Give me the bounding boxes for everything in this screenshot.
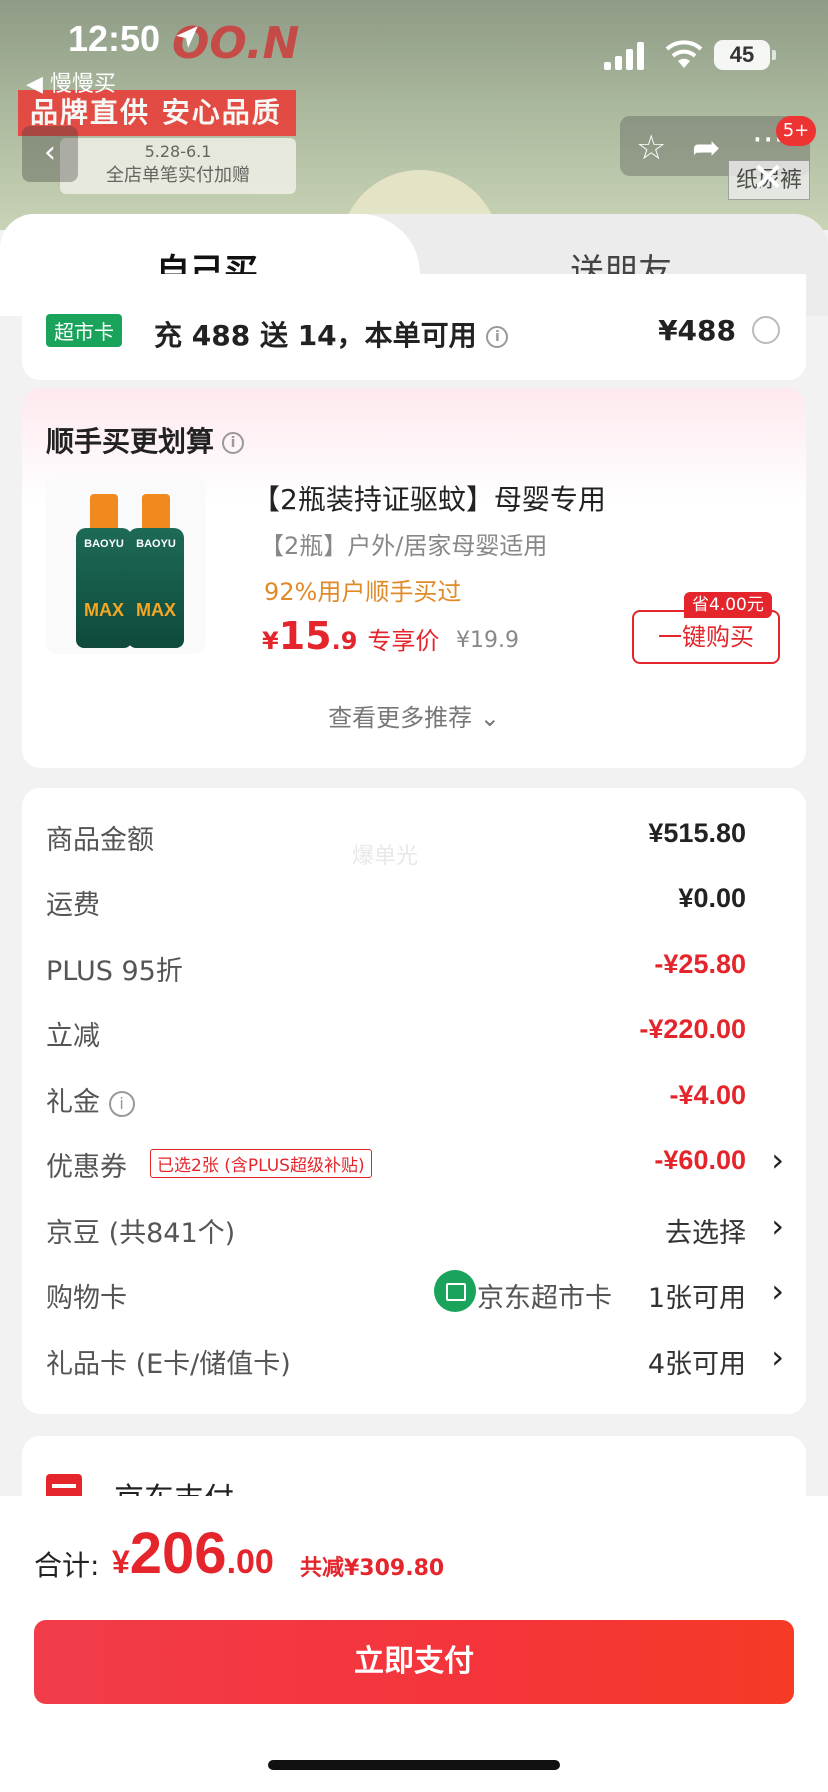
detail-label: 礼品卡 (E卡/储值卡) xyxy=(46,1349,291,1380)
detail-value: -¥25.80 xyxy=(654,949,746,979)
detail-value: 1张可用 xyxy=(647,1283,746,1314)
save-badge: 省4.00元 xyxy=(684,592,772,618)
detail-value: 4张可用 xyxy=(647,1349,746,1380)
wifi-icon xyxy=(665,40,703,68)
detail-label: 运费 xyxy=(46,890,100,921)
share-icon: ➦ xyxy=(692,128,721,168)
detail-value: 去选择 xyxy=(665,1218,746,1249)
detail-value: -¥4.00 xyxy=(669,1080,746,1110)
coupon-selected-tag: 已选2张 (含PLUS超级补贴) xyxy=(150,1149,372,1178)
detail-value: ¥0.00 xyxy=(678,883,746,913)
product-bottle-max: MAX xyxy=(84,600,124,620)
product-popularity: 92%用户顺手买过 xyxy=(264,578,462,606)
supermarket-card-text: 充 488 送 14，本单可用 i xyxy=(154,314,509,354)
detail-label-text: 礼金 xyxy=(46,1087,100,1118)
total-price: ¥206.00 xyxy=(112,1520,274,1587)
product-price-currency: ¥ xyxy=(262,627,279,655)
detail-label: 优惠券 xyxy=(46,1152,127,1183)
recommendation-title-text: 顺手买更划算 xyxy=(46,425,215,458)
detail-label: 商品金额 xyxy=(46,825,154,856)
detail-row-instant-discount: 立减 -¥220.00 xyxy=(46,1008,786,1056)
info-icon[interactable]: i xyxy=(108,1090,135,1117)
product-bottle-brand: BAOYU xyxy=(136,538,176,550)
detail-row-jd-beans[interactable]: 京豆 (共841个) 去选择 › xyxy=(46,1205,786,1253)
chevron-right-icon: › xyxy=(771,1207,784,1245)
recommendation-card: 顺手买更划算 i BAOYU MAX BAOYU MAX 【2瓶装持证驱蚊】母婴专… xyxy=(22,388,806,768)
total-savings: 共减¥309.80 xyxy=(300,1556,445,1581)
one-click-buy-button[interactable]: 一键购买 xyxy=(632,610,780,664)
product-bottle-right: BAOYU MAX xyxy=(128,494,184,648)
location-arrow-icon xyxy=(176,26,198,48)
price-detail-card: 爆单光 商品金额 ¥515.80 运费 ¥0.00 PLUS 95折 -¥25.… xyxy=(22,788,806,1414)
background-promo-text: 全店单笔实付加赠 xyxy=(106,165,250,186)
total-currency: ¥ xyxy=(112,1544,130,1580)
detail-row-shopping-card[interactable]: 购物卡 京东超市卡 1张可用 › xyxy=(46,1270,786,1318)
detail-row-subtotal: 商品金额 ¥515.80 xyxy=(46,812,786,860)
product-original-price: ¥19.9 xyxy=(456,628,519,653)
battery-indicator: 45 xyxy=(714,40,770,70)
product-price: ¥15.9 专享价 xyxy=(262,614,439,658)
supermarket-card-radio[interactable] xyxy=(752,316,780,344)
product-price-integer: 15 xyxy=(278,614,332,658)
supermarket-card-row[interactable]: 超市卡 充 488 送 14，本单可用 i ¥488 xyxy=(46,314,786,354)
background-promo-date: 5.28-6.1 xyxy=(144,142,212,161)
battery-tip xyxy=(772,50,776,60)
detail-value: ¥515.80 xyxy=(648,818,746,848)
product-bottle-cap xyxy=(90,494,118,528)
background-promo: 5.28-6.1 全店单笔实付加赠 xyxy=(60,138,296,194)
supermarket-card-price: ¥488 xyxy=(658,314,736,347)
product-bottle-left: BAOYU MAX xyxy=(76,494,132,648)
chevron-right-icon: › xyxy=(771,1338,784,1376)
detail-row-shipping: 运费 ¥0.00 xyxy=(46,877,786,925)
product-subtitle: 【2瓶】户外/居家母婴适用 xyxy=(260,532,548,560)
info-icon[interactable]: i xyxy=(486,326,509,348)
cellular-signal-icon xyxy=(604,42,644,70)
detail-label: 立减 xyxy=(46,1021,100,1052)
total-decimal: .00 xyxy=(226,1543,274,1581)
detail-label: 京豆 (共841个) xyxy=(46,1218,236,1249)
product-price-decimal: .9 xyxy=(331,627,358,655)
shopping-card-name: 京东超市卡 xyxy=(477,1283,612,1314)
supermarket-card-offer: 超市卡 充 488 送 14，本单可用 i ¥488 xyxy=(22,274,806,380)
info-icon[interactable]: i xyxy=(222,432,245,454)
product-bottle-cap xyxy=(142,494,170,528)
status-bar: 12:50 ◀ 慢慢买 45 xyxy=(0,0,828,100)
chevron-right-icon: › xyxy=(771,1272,784,1310)
total-label: 合计: xyxy=(34,1549,100,1582)
detail-label: PLUS 95折 xyxy=(46,956,183,987)
background-back-button: ‹ xyxy=(22,126,78,182)
checkout-footer: 合计: ¥206.00 共减¥309.80 立即支付 xyxy=(0,1496,828,1792)
product-image[interactable]: BAOYU MAX BAOYU MAX xyxy=(46,478,206,654)
supermarket-card-tag: 超市卡 xyxy=(46,314,122,347)
supermarket-card-icon xyxy=(434,1270,476,1312)
detail-label: 礼金 i xyxy=(46,1080,135,1119)
recommendation-title: 顺手买更划算 i xyxy=(46,420,245,460)
detail-value: -¥60.00 xyxy=(654,1145,746,1175)
product-bottle-max: MAX xyxy=(136,600,176,620)
status-time: 12:50 xyxy=(68,18,161,59)
pay-now-button[interactable]: 立即支付 xyxy=(34,1620,794,1704)
product-name[interactable]: 【2瓶装持证驱蚊】母婴专用 xyxy=(252,478,606,518)
detail-label: 购物卡 xyxy=(46,1283,127,1314)
detail-row-plus-discount: PLUS 95折 -¥25.80 xyxy=(46,943,786,991)
close-icon[interactable]: ✕ xyxy=(748,158,788,198)
detail-row-gift-card[interactable]: 礼品卡 (E卡/储值卡) 4张可用 › xyxy=(46,1336,786,1384)
detail-row-coupons[interactable]: 优惠券 已选2张 (含PLUS超级补贴) -¥60.00 › xyxy=(46,1139,786,1187)
background-badge: 5+ xyxy=(776,116,816,146)
more-recommendations-link[interactable]: 查看更多推荐 ⌄ xyxy=(22,698,806,733)
detail-row-gift-money: 礼金 i -¥4.00 xyxy=(46,1074,786,1122)
total-integer: 206 xyxy=(129,1521,227,1586)
detail-value: -¥220.00 xyxy=(639,1014,746,1044)
product-bottle-brand: BAOYU xyxy=(84,538,124,550)
star-icon: ☆ xyxy=(636,128,667,168)
product-price-tag: 专享价 xyxy=(367,627,440,655)
chevron-right-icon: › xyxy=(771,1141,784,1179)
home-indicator[interactable] xyxy=(268,1760,560,1770)
back-to-app-link[interactable]: ◀ 慢慢买 xyxy=(26,66,116,98)
supermarket-card-offer-text: 充 488 送 14，本单可用 xyxy=(154,319,477,352)
